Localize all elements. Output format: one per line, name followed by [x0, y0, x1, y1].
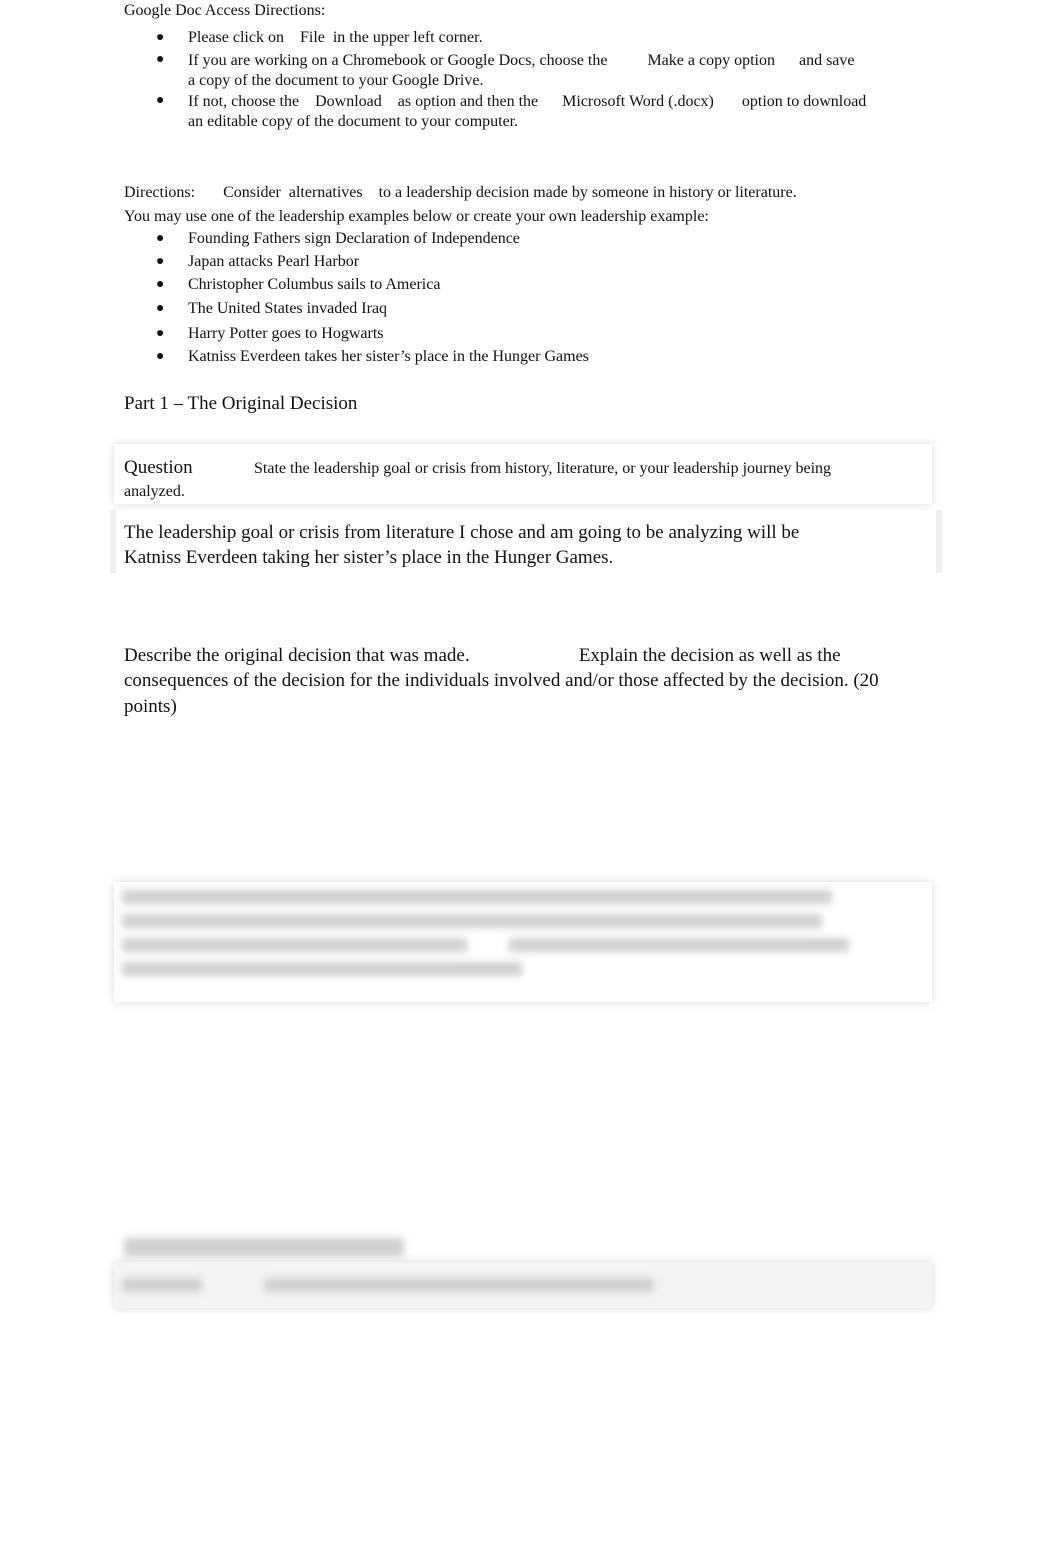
describe-line: consequences of the decision for the ind…	[124, 670, 879, 691]
example-item: Harry Potter goes to Hogwarts	[188, 325, 384, 342]
blurred-text	[122, 938, 467, 952]
question-text: State the leadership goal or crisis from…	[254, 460, 832, 477]
bullet: ●	[156, 93, 165, 108]
line: a copy of the document to your Google Dr…	[188, 72, 484, 89]
access-item: Please click on File in the upper left c…	[188, 29, 483, 46]
blurred-text	[264, 1278, 654, 1292]
bullet: ●	[156, 326, 165, 341]
blurred-heading	[124, 1238, 404, 1256]
example-item: Christopher Columbus sails to America	[188, 276, 441, 293]
access-title: Google Doc Access Directions:	[124, 2, 326, 19]
access-item: If not, choose the Download as option an…	[188, 92, 866, 132]
describe-line: points)	[124, 696, 177, 717]
answer-line: Katniss Everdeen taking her sister’s pla…	[124, 547, 614, 568]
bullet: ●	[156, 277, 165, 292]
bullet: ●	[156, 30, 165, 45]
blurred-text	[122, 1278, 202, 1292]
blurred-answer-box	[114, 882, 932, 1002]
blurred-text	[122, 890, 832, 904]
blurred-text	[122, 914, 822, 928]
blurred-text	[122, 962, 522, 976]
question-text: analyzed.	[124, 483, 185, 500]
describe-line: Describe the original decision that was …	[124, 645, 841, 666]
access-item: If you are working on a Chromebook or Go…	[188, 51, 855, 91]
blurred-text	[509, 938, 849, 952]
bullet: ●	[156, 231, 165, 246]
bullet: ●	[156, 254, 165, 269]
line: an editable copy of the document to your…	[188, 113, 519, 130]
example-item: The United States invaded Iraq	[188, 300, 388, 317]
directions-line: Directions: Consider alternatives to a l…	[124, 184, 797, 201]
question-label: Question	[124, 457, 193, 478]
answer-line: The leadership goal or crisis from liter…	[124, 522, 800, 543]
example-item: Founding Fathers sign Declaration of Ind…	[188, 230, 520, 247]
line: If you are working on a Chromebook or Go…	[188, 52, 855, 69]
bullet: ●	[156, 301, 165, 316]
question-box: Question State the leadership goal or cr…	[114, 444, 932, 504]
directions-line: You may use one of the leadership exampl…	[124, 208, 709, 225]
example-item: Katniss Everdeen takes her sister’s plac…	[188, 348, 589, 365]
line: If not, choose the Download as option an…	[188, 93, 867, 110]
example-item: Japan attacks Pearl Harbor	[188, 253, 360, 270]
part1-heading: Part 1 – The Original Decision	[124, 393, 358, 414]
bullet: ●	[156, 349, 165, 364]
blurred-question-box	[114, 1262, 932, 1308]
answer-box[interactable]: The leadership goal or crisis from liter…	[110, 510, 942, 573]
bullet: ●	[156, 52, 165, 67]
document-page: Google Doc Access Directions: ● Please c…	[0, 0, 1062, 1561]
